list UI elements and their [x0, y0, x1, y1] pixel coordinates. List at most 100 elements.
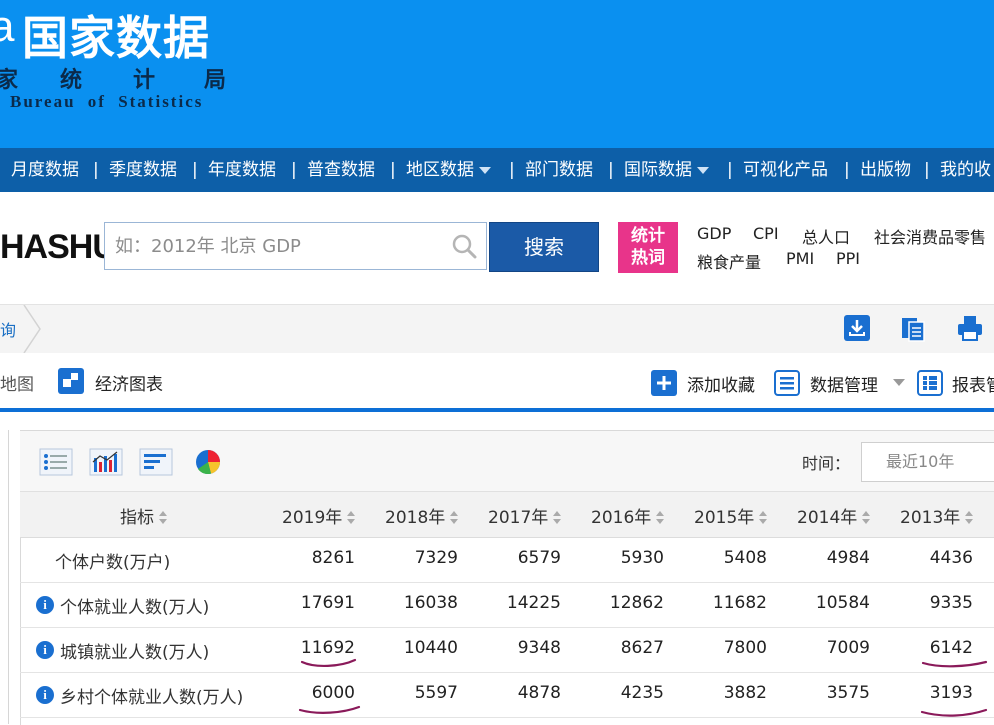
search-input[interactable]	[105, 223, 445, 269]
year-header-label: 2018年	[385, 508, 446, 528]
bar-chart-icon[interactable]	[89, 448, 123, 476]
sort-icon[interactable]	[862, 511, 871, 525]
nav-department[interactable]: 部门数据	[525, 148, 593, 192]
search-brand-logo: HASHU	[0, 228, 117, 267]
sort-icon[interactable]	[965, 511, 974, 525]
logo-title[interactable]: 国家数据	[22, 2, 210, 68]
sort-icon[interactable]	[347, 511, 356, 525]
table-cell: 7800	[723, 638, 767, 658]
table-cell: 3575	[826, 683, 870, 703]
indicator-header-label: 指标	[120, 508, 154, 528]
year-column-header[interactable]: 2016年	[591, 503, 665, 528]
hot-word-retail[interactable]: 社会消费品零售	[874, 224, 986, 248]
copy-icon[interactable]	[899, 314, 927, 342]
row-label: 乡村个体就业人数(万人)	[60, 688, 244, 708]
year-column-header[interactable]: 2018年	[385, 503, 459, 528]
breadcrumb-item[interactable]: 询	[0, 317, 16, 341]
tab-economic-charts[interactable]: 经济图表	[95, 370, 163, 395]
site-banner: a 国家数据 家 统 计 局 Bureau of Statistics	[0, 0, 994, 148]
tab-map[interactable]: 地图	[0, 370, 34, 395]
year-header-label: 2013年	[900, 508, 961, 528]
nav-separator: |	[93, 160, 99, 180]
report-manage-icon[interactable]	[917, 370, 943, 396]
nav-my[interactable]: 我的收	[940, 148, 991, 192]
nav-separator: |	[390, 160, 396, 180]
table-cell: 7329	[414, 548, 458, 568]
nav-annual[interactable]: 年度数据	[208, 148, 276, 192]
time-range-select[interactable]: 最近10年	[861, 442, 994, 482]
nav-quarterly[interactable]: 季度数据	[109, 148, 177, 192]
hot-word-population[interactable]: 总人口	[802, 224, 850, 248]
add-favorite-icon[interactable]	[651, 370, 677, 396]
main-nav: 月度数据 | 季度数据 | 年度数据 | 普查数据 | 地区数据 | 部门数据 …	[0, 148, 994, 192]
year-column-header[interactable]: 2015年	[694, 503, 768, 528]
table-cell: 10584	[815, 593, 870, 613]
row-label: 城镇就业人数(万人)	[60, 643, 210, 663]
table-cell: 9335	[929, 593, 973, 613]
chart-tab-icon	[58, 368, 84, 394]
table-cell: 4235	[620, 683, 664, 703]
hot-word-gdp[interactable]: GDP	[697, 224, 731, 243]
nav-census[interactable]: 普查数据	[307, 148, 375, 192]
table-cell: 12862	[609, 593, 664, 613]
data-manage-button[interactable]: 数据管理	[810, 371, 878, 396]
logo-sub-char: 局	[204, 68, 227, 93]
logo-letter: a	[0, 2, 15, 51]
nav-visualization[interactable]: 可视化产品	[743, 148, 828, 192]
nav-separator: |	[291, 160, 297, 180]
table-cell: 3193	[929, 683, 973, 703]
time-label: 时间：	[802, 454, 851, 473]
nav-separator: |	[608, 160, 614, 180]
horizontal-bar-icon[interactable]	[139, 448, 173, 476]
print-icon[interactable]	[956, 314, 984, 342]
nav-international[interactable]: 国际数据	[624, 148, 709, 192]
sort-icon[interactable]	[656, 511, 665, 525]
table-cell: 5930	[620, 548, 664, 568]
chevron-down-icon	[697, 166, 709, 174]
indicator-column-header[interactable]: 指标	[120, 503, 168, 528]
year-header-label: 2016年	[591, 508, 652, 528]
logo-sub-char: 计	[133, 68, 156, 93]
indicator-tree-panel[interactable]	[0, 430, 9, 724]
table-cell: 16038	[403, 593, 458, 613]
tabbar-divider	[0, 408, 994, 412]
nav-publications[interactable]: 出版物	[860, 148, 911, 192]
data-manage-icon[interactable]	[774, 370, 800, 396]
breadcrumb-arrow-icon	[23, 305, 41, 353]
table-cell: 7009	[826, 638, 870, 658]
nav-regional-label: 地区数据	[406, 160, 474, 180]
year-header-label: 2017年	[488, 508, 549, 528]
chevron-down-icon	[479, 166, 491, 174]
year-column-header[interactable]: 2019年	[282, 503, 356, 528]
add-favorite-button[interactable]: 添加收藏	[687, 371, 755, 396]
year-header-label: 2015年	[694, 508, 755, 528]
download-icon[interactable]	[843, 314, 871, 342]
year-column-header[interactable]: 2017年	[488, 503, 562, 528]
hot-word-ppi[interactable]: PPI	[836, 249, 860, 268]
info-icon[interactable]: i	[36, 641, 54, 659]
nav-regional[interactable]: 地区数据	[406, 148, 491, 192]
sort-icon[interactable]	[450, 511, 459, 525]
nav-separator: |	[727, 160, 733, 180]
sort-icon[interactable]	[159, 511, 168, 525]
year-column-header[interactable]: 2013年	[900, 503, 974, 528]
search-button[interactable]: 搜索	[489, 222, 599, 272]
table-view-icon[interactable]	[39, 448, 73, 476]
sort-icon[interactable]	[759, 511, 768, 525]
report-manage-button[interactable]: 报表管	[952, 371, 994, 396]
table-cell: 4984	[826, 548, 870, 568]
info-icon[interactable]: i	[36, 686, 54, 704]
pie-chart-icon[interactable]	[191, 448, 225, 476]
hot-word-grain[interactable]: 粮食产量	[697, 249, 761, 273]
search-icon[interactable]	[451, 233, 477, 259]
year-column-header[interactable]: 2014年	[797, 503, 871, 528]
hot-word-cpi[interactable]: CPI	[753, 224, 779, 243]
sort-icon[interactable]	[553, 511, 562, 525]
nav-monthly[interactable]: 月度数据	[11, 148, 79, 192]
hot-word-pmi[interactable]: PMI	[786, 249, 814, 268]
hot-words-badge: 统计 热词	[618, 222, 678, 273]
chevron-down-icon[interactable]	[893, 379, 905, 386]
info-icon[interactable]: i	[36, 596, 54, 614]
table-cell: 17691	[300, 593, 355, 613]
search-box	[104, 222, 487, 270]
